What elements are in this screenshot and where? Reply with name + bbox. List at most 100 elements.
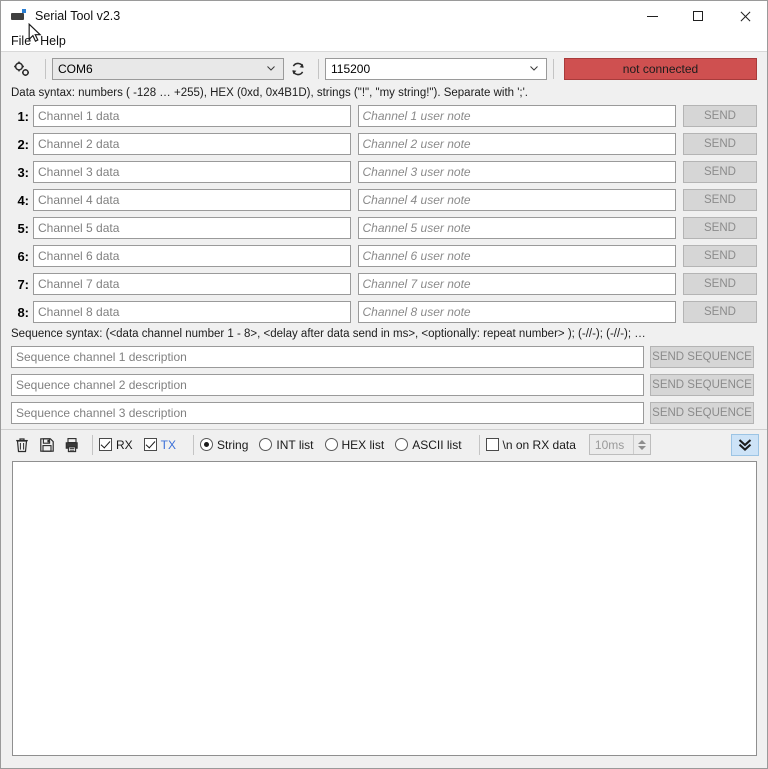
display-mode-label: ASCII list	[412, 437, 462, 452]
sequence-send-button[interactable]: SEND SEQUENCE	[650, 402, 754, 424]
checkbox-indicator	[485, 438, 499, 451]
tx-filter-label: TX	[160, 437, 177, 452]
trash-icon	[16, 437, 28, 452]
channel-number: 5:	[17, 220, 29, 236]
channel-send-button[interactable]: SEND	[683, 245, 757, 267]
channel-number: 7:	[17, 276, 29, 292]
channel-data-input[interactable]	[33, 217, 351, 239]
channel-row: 2: SEND	[11, 130, 757, 158]
channel-note-input[interactable]	[357, 161, 676, 183]
channel-send-button[interactable]: SEND	[683, 133, 757, 155]
window-controls	[629, 1, 767, 31]
rx-filter-checkbox[interactable]: RX	[99, 438, 133, 452]
channel-data-input[interactable]	[33, 273, 351, 295]
sequence-row: SEND SEQUENCE	[11, 371, 757, 399]
channel-send-button[interactable]: SEND	[683, 301, 757, 323]
floppy-disk-icon	[40, 437, 54, 452]
display-mode-ascii-list[interactable]: ASCII list	[395, 437, 462, 452]
baud-combo-wrap: 115200	[325, 57, 547, 80]
log-area-wrapper	[1, 459, 767, 768]
sequence-input[interactable]	[11, 374, 644, 396]
channel-row: 4: SEND	[11, 186, 757, 214]
channel-list: 1: SEND 2: SEND 3: SEND 4: SEND 5:	[1, 102, 767, 326]
channel-row: 7: SEND	[11, 270, 757, 298]
channel-data-input[interactable]	[33, 161, 351, 183]
channel-send-button[interactable]: SEND	[683, 189, 757, 211]
channel-data-input[interactable]	[33, 133, 351, 155]
title-bar: Serial Tool v2.3	[1, 1, 767, 31]
expand-log-button[interactable]	[731, 433, 759, 456]
display-mode-hex-list[interactable]: HEX list	[324, 437, 385, 452]
sequence-row: SEND SEQUENCE	[11, 343, 757, 371]
connection-divider	[318, 58, 319, 79]
channel-note-input[interactable]	[357, 189, 676, 211]
toolbar-divider	[45, 58, 46, 79]
sequence-send-button[interactable]: SEND SEQUENCE	[650, 346, 754, 368]
rx-timeout-spinner[interactable]: 10ms	[588, 434, 651, 455]
data-syntax-hint: Data syntax: numbers ( -128 … +255), HEX…	[1, 85, 767, 102]
spinner-arrows[interactable]	[632, 435, 650, 454]
display-mode-label: HEX list	[341, 437, 385, 452]
sequence-row: SEND SEQUENCE	[11, 399, 757, 427]
close-button[interactable]	[721, 1, 767, 31]
channel-data-input[interactable]	[33, 301, 351, 323]
window-title: Serial Tool v2.3	[35, 9, 121, 23]
channel-row: 6: SEND	[11, 242, 757, 270]
gears-icon[interactable]	[11, 59, 33, 79]
channel-row: 1: SEND	[11, 102, 757, 130]
channel-note-input[interactable]	[357, 273, 676, 295]
spinner-up-icon	[637, 439, 646, 444]
channel-data-input[interactable]	[33, 105, 351, 127]
sequence-list: SEND SEQUENCE SEND SEQUENCE SEND SEQUENC…	[1, 343, 767, 429]
channel-row: 5: SEND	[11, 214, 757, 242]
channel-data-input[interactable]	[33, 245, 351, 267]
newline-on-rx-label: \n on RX data	[502, 437, 576, 452]
maximize-button[interactable]	[675, 1, 721, 31]
export-log-button[interactable]	[61, 434, 83, 456]
toolbar-divider	[92, 434, 93, 455]
minimize-button[interactable]	[629, 1, 675, 31]
newline-on-rx-checkbox[interactable]: \n on RX data	[485, 437, 576, 452]
channel-send-button[interactable]: SEND	[683, 105, 757, 127]
channel-send-button[interactable]: SEND	[683, 273, 757, 295]
radio-indicator	[259, 438, 273, 451]
log-output[interactable]	[12, 461, 757, 756]
channel-data-input[interactable]	[33, 189, 351, 211]
channel-note-input[interactable]	[357, 217, 676, 239]
channel-number: 6:	[17, 248, 29, 264]
menu-item-help[interactable]: Help	[38, 34, 73, 48]
sequence-input[interactable]	[11, 346, 644, 368]
toolbar-divider	[193, 434, 195, 455]
channel-note-input[interactable]	[357, 245, 676, 267]
double-chevron-down-icon	[738, 438, 752, 451]
display-mode-label: String	[217, 437, 249, 452]
channel-number: 3:	[17, 164, 29, 180]
tx-filter-checkbox[interactable]: TX	[143, 437, 177, 452]
clear-log-button[interactable]	[11, 434, 33, 456]
checkbox-indicator	[143, 438, 157, 451]
port-select[interactable]: COM6	[52, 57, 284, 80]
refresh-ports-button[interactable]	[287, 58, 309, 80]
channel-number: 2:	[17, 136, 29, 152]
channel-send-button[interactable]: SEND	[683, 161, 757, 183]
channel-number: 4:	[17, 192, 29, 208]
port-combo-wrap: COM6	[52, 57, 284, 80]
spinner-down-icon	[637, 445, 646, 450]
channel-send-button[interactable]: SEND	[683, 217, 757, 239]
channel-note-input[interactable]	[357, 301, 676, 323]
channel-note-input[interactable]	[357, 105, 676, 127]
display-mode-int-list[interactable]: INT list	[259, 438, 314, 452]
connection-bar: COM6 115200 not connected	[1, 52, 767, 85]
save-log-button[interactable]	[36, 434, 58, 456]
baudrate-select[interactable]: 115200	[325, 57, 547, 80]
connection-status-button[interactable]: not connected	[564, 57, 757, 80]
channel-note-input[interactable]	[357, 133, 676, 155]
display-mode-string[interactable]: String	[200, 438, 248, 452]
sequence-send-button[interactable]: SEND SEQUENCE	[650, 374, 754, 396]
menu-item-file[interactable]: File	[9, 34, 38, 48]
rx-timeout-value: 10ms	[594, 437, 625, 452]
sequence-input[interactable]	[11, 402, 644, 424]
radio-indicator	[200, 438, 214, 451]
checkbox-indicator	[99, 438, 112, 451]
menu-bar: File Help	[1, 23, 767, 52]
